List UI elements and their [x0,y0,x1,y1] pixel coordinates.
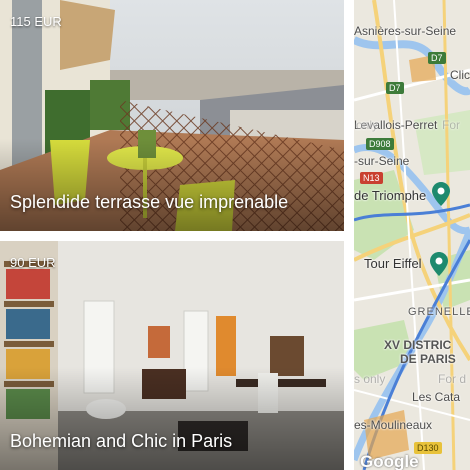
listing-price: 115 EUR [10,14,62,29]
map-panel[interactable]: Asnières-sur-Seine Clic Levallois-Perret… [354,0,470,470]
map-watermark-only: s only [354,372,386,386]
road-shield-d908: D908 [366,138,394,150]
map-label-grenelle: GRENELLE [408,306,470,318]
map-label-les-cata: Les Cata [412,390,461,404]
listing-card[interactable]: 90 EUR Bohemian and Chic in Paris [0,241,344,470]
listing-price: 90 EUR [10,255,56,270]
map-label-tour-eiffel: Tour Eiffel [364,256,422,271]
listing-title: Bohemian and Chic in Paris [10,431,233,451]
listing-card[interactable]: 115 EUR Splendide terrasse vue imprenabl… [0,0,344,231]
map-pin-icon[interactable] [430,252,448,276]
map-pin-icon[interactable] [432,182,450,206]
map-label-clichy: Clic [450,68,470,82]
listing-title: Splendide terrasse vue imprenable [10,192,289,212]
map-label-triomphe: de Triomphe [354,188,427,203]
map-label-sur-seine: -sur-Seine [354,154,410,168]
map-label-asnieres: Asnières-sur-Seine [354,24,457,38]
road-shield-d7: D7 [428,52,446,64]
map-watermark-only: only [356,118,379,132]
map-label-xv-district: XV DISTRIC [384,338,452,352]
road-shield-n13: N13 [360,172,383,184]
map-watermark-for: For d [438,372,467,386]
google-logo: Google [360,452,419,470]
map-watermark-for: For [442,118,460,132]
map-label-moulineaux: es-Moulineaux [354,418,433,432]
road-shield-d7: D7 [386,82,404,94]
map-label-de-paris: DE PARIS [400,352,456,366]
